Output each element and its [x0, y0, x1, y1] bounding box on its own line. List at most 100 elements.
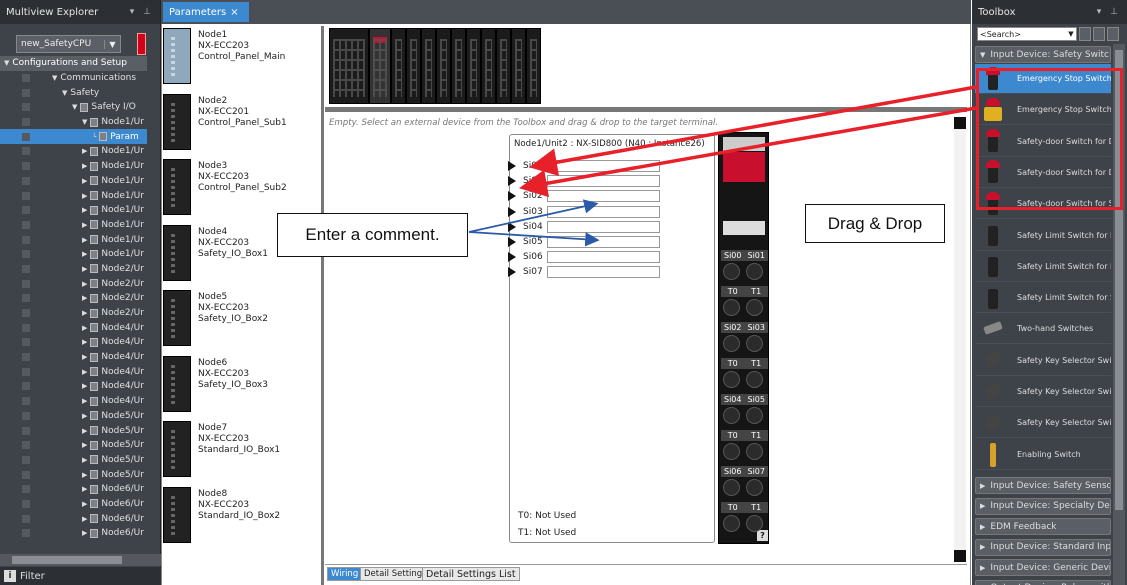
- node-item[interactable]: Node3 NX-ECC203 Control_Panel_Sub2: [162, 159, 321, 221]
- chevron-down-icon[interactable]: ▼: [4, 59, 9, 67]
- terminal-connector-icon[interactable]: [508, 206, 516, 217]
- chevron-right-icon[interactable]: ▶: [82, 456, 87, 464]
- tree-line-icon[interactable]: └: [92, 133, 96, 141]
- terminal-connector-icon[interactable]: [508, 176, 516, 187]
- chevron-right-icon[interactable]: ▶: [82, 338, 87, 346]
- toolbox-category[interactable]: ▶Output Device: Relays with: [975, 579, 1111, 585]
- canvas-vertical-scrollbar[interactable]: [954, 117, 966, 562]
- tree-item[interactable]: ▶ Node1/Ur: [0, 247, 147, 262]
- chevron-right-icon[interactable]: ▶: [82, 294, 87, 302]
- chevron-right-icon[interactable]: ▶: [82, 324, 87, 332]
- chevron-right-icon[interactable]: ▶: [980, 564, 985, 572]
- tree-checkbox[interactable]: [22, 250, 30, 259]
- pin-icon[interactable]: ▾ ⊥: [130, 7, 154, 17]
- tree-item[interactable]: ▶ Node2/Ur: [0, 306, 147, 321]
- toolbox-item[interactable]: Safety Limit Switch for Sli: [975, 283, 1111, 314]
- chevron-right-icon[interactable]: ▶: [82, 368, 87, 376]
- tree-checkbox[interactable]: [22, 411, 30, 420]
- scroll-up-icon[interactable]: [954, 117, 966, 129]
- chevron-right-icon[interactable]: ▶: [82, 280, 87, 288]
- tree-checkbox[interactable]: [22, 220, 30, 229]
- tree-checkbox[interactable]: [22, 132, 30, 141]
- chevron-right-icon[interactable]: ▶: [82, 221, 87, 229]
- tree-checkbox[interactable]: [22, 397, 30, 406]
- tree-item[interactable]: ▶ Node1/Ur: [0, 174, 147, 189]
- rack-unit[interactable]: [436, 28, 451, 104]
- rack-unit[interactable]: [481, 28, 496, 104]
- rack-unit[interactable]: [391, 28, 406, 104]
- tree-checkbox[interactable]: [22, 88, 30, 97]
- toolbox-item[interactable]: Two-hand Switches: [975, 314, 1111, 345]
- chevron-right-icon[interactable]: ▶: [82, 192, 87, 200]
- tree-checkbox[interactable]: [22, 426, 30, 435]
- filter-button[interactable]: [1079, 27, 1091, 41]
- pin-icon[interactable]: ▾ ⊥: [1097, 7, 1121, 17]
- tree-checkbox[interactable]: [22, 514, 30, 523]
- tree-checkbox[interactable]: [22, 103, 30, 112]
- chevron-right-icon[interactable]: ▶: [82, 427, 87, 435]
- node-item[interactable]: Node8 NX-ECC203 Standard_IO_Box2: [162, 486, 321, 549]
- tree-item[interactable]: ▶ Node5/Ur: [0, 409, 147, 424]
- chevron-down-icon[interactable]: ▼: [1066, 30, 1076, 38]
- rack-unit[interactable]: [511, 28, 526, 104]
- tree-item[interactable]: ▼ Safety I/O: [0, 100, 147, 115]
- tree-checkbox[interactable]: [22, 529, 30, 538]
- tree-item[interactable]: ▼ Communications: [0, 71, 147, 86]
- filter-bar[interactable]: i Filter: [0, 567, 161, 585]
- toolbox-category[interactable]: ▶ Input Device: Specialty De: [975, 497, 1111, 515]
- chevron-right-icon[interactable]: ▶: [82, 206, 87, 214]
- toolbox-item[interactable]: Enabling Switch: [975, 440, 1111, 470]
- tree-item[interactable]: ▶ Node6/Ur: [0, 482, 147, 497]
- tree-item[interactable]: ▶ Node4/Ur: [0, 394, 147, 409]
- tree-checkbox[interactable]: [22, 499, 30, 508]
- tree-checkbox[interactable]: [22, 323, 30, 332]
- terminal-connector-icon[interactable]: [508, 221, 516, 232]
- chevron-right-icon[interactable]: ▶: [82, 485, 87, 493]
- rack-unit[interactable]: [451, 28, 466, 104]
- tree-checkbox[interactable]: [22, 338, 30, 347]
- tree-item[interactable]: ▼ Safety: [0, 85, 147, 100]
- toolbox-item[interactable]: Safety Limit Switch for Do: [975, 252, 1111, 282]
- tree-item[interactable]: ▶ Node4/Ur: [0, 350, 147, 365]
- tree-item[interactable]: ▶ Node5/Ur: [0, 453, 147, 468]
- chevron-right-icon[interactable]: ▶: [82, 177, 87, 185]
- tree-item[interactable]: ▶ Node5/Ur: [0, 438, 147, 453]
- scrollbar-thumb[interactable]: [12, 556, 122, 564]
- tab-detail-settings-list[interactable]: Detail Settings List: [422, 567, 520, 581]
- rack-unit[interactable]: [496, 28, 511, 104]
- toolbox-category[interactable]: ▶ Input Device: Safety Senso: [975, 477, 1111, 494]
- node-item[interactable]: Node1 NX-ECC203 Control_Panel_Main: [162, 28, 321, 90]
- tab-detail-settings[interactable]: Detail Settings: [360, 567, 431, 581]
- toolbox-category[interactable]: ▶ EDM Feedback: [975, 518, 1111, 535]
- tree-checkbox[interactable]: [22, 264, 30, 273]
- tree-checkbox[interactable]: [22, 485, 30, 494]
- chevron-down-icon[interactable]: ▼: [104, 39, 120, 49]
- terminal-comment-input[interactable]: [547, 160, 660, 172]
- chevron-down-icon[interactable]: ▼: [72, 103, 77, 111]
- tree-item[interactable]: ▶ Node2/Ur: [0, 276, 147, 291]
- chevron-down-icon[interactable]: ▼: [52, 74, 57, 82]
- help-icon[interactable]: ?: [757, 530, 768, 541]
- tab-parameters[interactable]: Parameters ×: [163, 2, 249, 22]
- chevron-down-icon[interactable]: ▼: [62, 89, 67, 97]
- chevron-right-icon[interactable]: ▶: [980, 543, 985, 551]
- terminal-comment-input[interactable]: [547, 175, 660, 188]
- chevron-right-icon[interactable]: ▶: [980, 523, 985, 531]
- tree-checkbox[interactable]: [22, 118, 30, 127]
- tree-item[interactable]: ▶ Node1/Ur: [0, 159, 147, 174]
- chevron-right-icon[interactable]: ▶: [82, 441, 87, 449]
- chevron-right-icon[interactable]: ▶: [82, 529, 87, 537]
- tree-item[interactable]: ▶ Node1/Ur: [0, 188, 147, 203]
- tree-checkbox[interactable]: [22, 309, 30, 318]
- tree-item[interactable]: ▶ Node5/Ur: [0, 467, 147, 482]
- toolbox-item[interactable]: Safety Key Selector Switc: [975, 408, 1111, 439]
- chevron-right-icon[interactable]: ▶: [82, 515, 87, 523]
- tree-item[interactable]: ▶ Node1/Ur: [0, 218, 147, 233]
- rack-coupler-unit[interactable]: [329, 28, 369, 104]
- chevron-right-icon[interactable]: ▶: [82, 382, 87, 390]
- terminal-comment-input[interactable]: [547, 220, 660, 233]
- toolbox-item[interactable]: Safety Limit Switch for Do: [975, 221, 1111, 251]
- chevron-right-icon[interactable]: ▶: [82, 309, 87, 317]
- node-item[interactable]: Node5 NX-ECC203 Safety_IO_Box2: [162, 290, 321, 352]
- terminal-connector-icon[interactable]: [508, 252, 516, 263]
